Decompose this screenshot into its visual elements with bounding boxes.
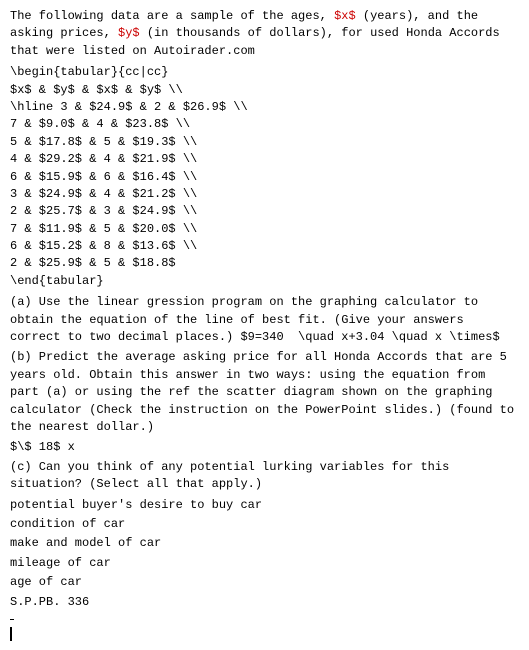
table-row: 7 & $9.0$ & 4 & $23.8$ \\ [10, 116, 519, 133]
option-2: condition of car [10, 516, 519, 533]
intro-paragraph: The following data are a sample of the a… [10, 8, 519, 60]
intro-line1: The following data are a sample of the a… [10, 9, 334, 23]
main-content: The following data are a sample of the a… [10, 8, 519, 642]
b-answer: $\$ 18$ x [10, 439, 519, 456]
option-4: mileage of car [10, 555, 519, 572]
text-cursor [10, 627, 12, 641]
latex-y: $y$ [118, 26, 140, 40]
question-a-text: (a) Use the linear gression program on t… [10, 294, 519, 346]
option-3: make and model of car [10, 535, 519, 552]
table-row: 7 & $11.9$ & 5 & $20.0$ \\ [10, 221, 519, 238]
table-row: 6 & $15.2$ & 8 & $13.6$ \\ [10, 238, 519, 255]
table-begin: \begin{tabular}{cc|cc} [10, 64, 519, 81]
table-row: 6 & $15.9$ & 6 & $16.4$ \\ [10, 169, 519, 186]
table-row: 4 & $29.2$ & 4 & $21.9$ \\ [10, 151, 519, 168]
latex-x: $x$ [334, 9, 356, 23]
table-row: 2 & $25.7$ & 3 & $24.9$ \\ [10, 203, 519, 220]
question-b-text: (b) Predict the average asking price for… [10, 349, 519, 436]
footer-reference: S.P.PB. 336 [10, 594, 519, 611]
table-row: 2 & $25.9$ & 5 & $18.8$ [10, 255, 519, 272]
table-row: 3 & $24.9$ & 4 & $21.2$ \\ [10, 186, 519, 203]
tabular-environment: \begin{tabular}{cc|cc} $x$ & $y$ & $x$ &… [10, 64, 519, 290]
cursor-container [10, 626, 519, 642]
option-5: age of car [10, 574, 519, 591]
table-row: 5 & $17.8$ & 5 & $19.3$ \\ [10, 134, 519, 151]
table-end: \end{tabular} [10, 273, 519, 290]
question-c-text: (c) Can you think of any potential lurki… [10, 459, 519, 494]
horizontal-rule [10, 619, 14, 620]
option-1: potential buyer's desire to buy car [10, 497, 519, 514]
table-header: $x$ & $y$ & $x$ & $y$ \\ [10, 82, 519, 99]
question-a: (a) Use the linear gression program on t… [10, 294, 519, 611]
table-hline: \hline 3 & $24.9$ & 2 & $26.9$ \\ [10, 99, 519, 116]
